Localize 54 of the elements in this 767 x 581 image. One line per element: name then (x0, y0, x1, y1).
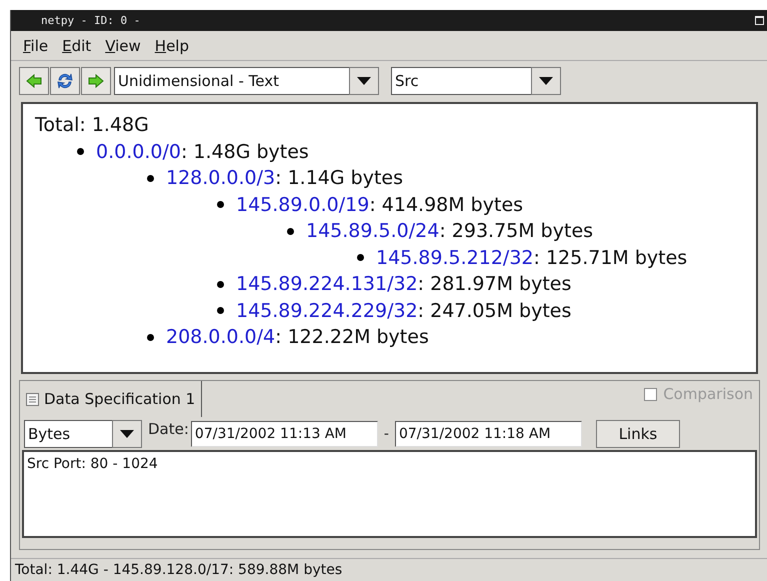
back-button[interactable] (19, 67, 49, 95)
bullet-icon (287, 228, 294, 235)
byte-count: : 1.14G bytes (275, 167, 403, 190)
start-date-field[interactable]: 07/31/2002 11:13 AM (190, 421, 378, 447)
network-link[interactable]: 208.0.0.0/4 (166, 326, 276, 348)
field-select[interactable]: Src (391, 67, 531, 95)
date-label: Date: (148, 420, 189, 438)
network-link[interactable]: 145.89.5.0/24 (306, 220, 440, 242)
byte-count: : 247.05M bytes (418, 300, 572, 322)
menu-item[interactable]: File (23, 37, 48, 55)
view-select[interactable]: Unidimensional - Text (114, 67, 349, 95)
network-link[interactable]: 145.89.5.212/32 (376, 246, 534, 269)
total-label: Total: 1.48G (35, 114, 149, 136)
network-link[interactable]: 128.0.0.0/3 (166, 167, 276, 190)
unit-select[interactable]: Bytes (24, 420, 112, 448)
refresh-icon (56, 72, 74, 90)
refresh-button[interactable] (50, 67, 80, 95)
left-arrow-icon (26, 74, 42, 88)
menu-item[interactable]: Edit (62, 37, 92, 55)
maximize-icon[interactable] (755, 16, 764, 25)
byte-count: : 1.48G bytes (180, 140, 309, 163)
network-link[interactable]: 145.89.224.229/32 (236, 300, 418, 322)
caret-icon (539, 77, 553, 85)
range-separator: - (384, 426, 389, 442)
dropdown-button[interactable] (531, 67, 561, 95)
network-link[interactable]: 145.89.0.0/19 (236, 194, 370, 216)
network-link[interactable]: 0.0.0.0/0 (96, 140, 181, 163)
caret-icon (357, 77, 371, 85)
document-icon (26, 392, 39, 406)
filter-text: Src Port: 80 - 1024 (22, 450, 757, 538)
dropdown-button[interactable] (112, 420, 142, 448)
byte-count: : 293.75M bytes (439, 220, 594, 242)
byte-count: : 125.71M bytes (534, 246, 688, 269)
byte-count: : 122.22M bytes (275, 326, 429, 348)
forward-button[interactable] (81, 67, 111, 95)
window-title: netpy - ID: 0 - (41, 14, 140, 27)
bullet-icon (217, 307, 224, 314)
menu-item[interactable]: View (105, 37, 141, 55)
caret-icon (120, 430, 134, 438)
bullet-icon (147, 334, 154, 341)
byte-count: : 414.98M bytes (369, 194, 524, 216)
end-date-field[interactable]: 07/31/2002 11:18 AM (394, 421, 582, 447)
network-link[interactable]: 145.89.224.131/32 (236, 273, 418, 296)
bullet-icon (147, 174, 154, 182)
links-button[interactable]: Links (596, 420, 680, 448)
bullet-icon (77, 148, 84, 156)
right-arrow-icon (88, 74, 104, 88)
bullet-icon (217, 280, 224, 288)
byte-count: : 281.97M bytes (418, 273, 572, 296)
bullet-icon (217, 201, 224, 208)
menu-item[interactable]: Help (154, 37, 189, 55)
status-bar: Total: 1.44G - 145.89.128.0/17: 589.88M bytes (11, 558, 767, 581)
dropdown-button[interactable] (349, 67, 379, 95)
bullet-icon (357, 254, 364, 262)
